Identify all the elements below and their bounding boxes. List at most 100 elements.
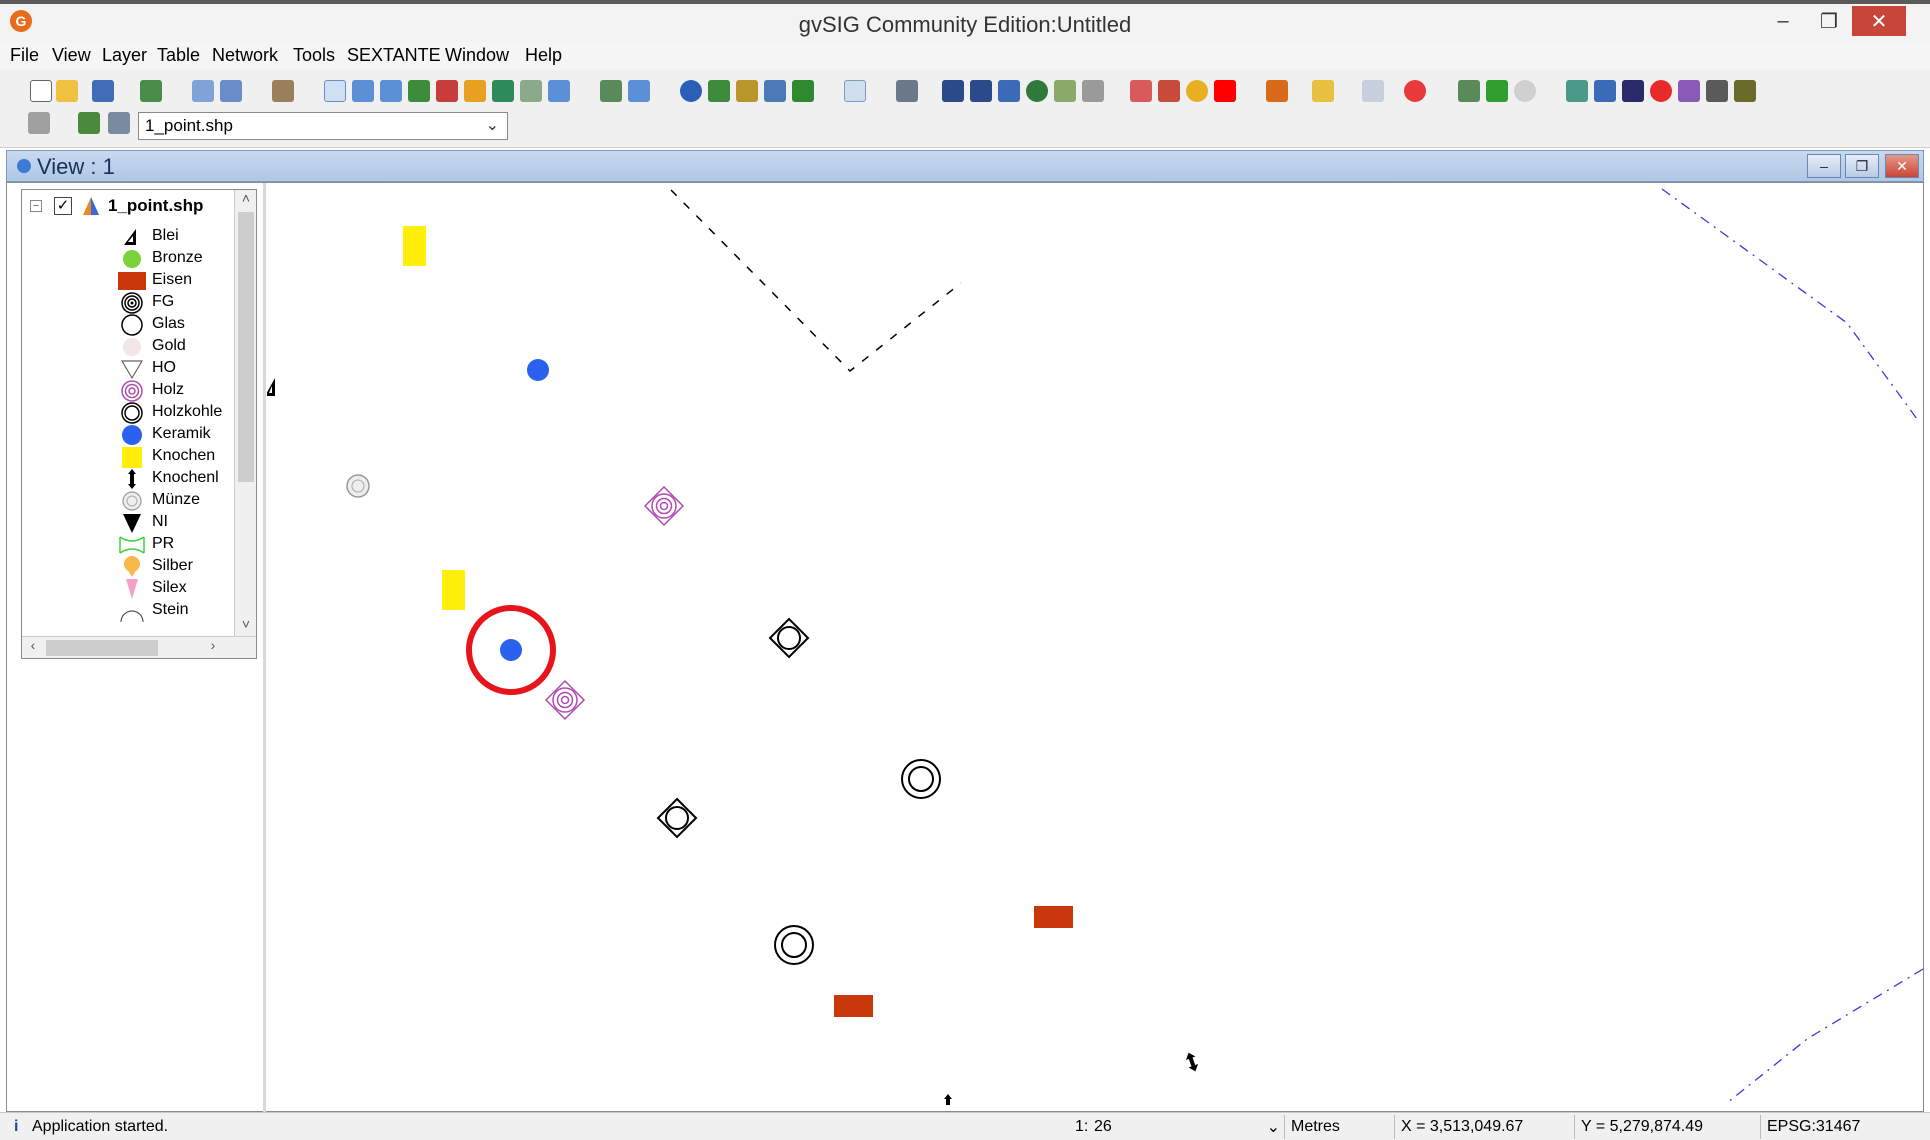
scroll-thumb[interactable] — [238, 212, 254, 482]
hyperlink-icon[interactable] — [764, 80, 786, 102]
legend-item[interactable]: Keramik — [22, 424, 222, 446]
legend-item[interactable]: FG — [22, 292, 222, 314]
view-close-button[interactable]: ✕ — [1885, 154, 1919, 178]
splitter[interactable] — [263, 183, 266, 1113]
map-canvas[interactable] — [267, 183, 1923, 1111]
zoom-layer-icon[interactable] — [220, 80, 242, 102]
legend-item[interactable]: PR — [22, 534, 222, 556]
zoom-out-icon[interactable] — [380, 80, 402, 102]
edit-pen-icon[interactable] — [792, 80, 814, 102]
chevron-down-icon[interactable]: ⌄ — [486, 115, 499, 135]
scroll-down-icon[interactable]: ˅ — [235, 616, 256, 636]
legend-item[interactable]: NI — [22, 512, 222, 534]
legend-item[interactable]: Eisen — [22, 270, 222, 292]
full-extent-icon[interactable] — [408, 80, 430, 102]
layer-list-icon[interactable] — [108, 112, 130, 134]
scroll-right-icon[interactable]: › — [202, 637, 224, 658]
add-layer-icon[interactable] — [140, 80, 162, 102]
print-preview-icon[interactable] — [192, 80, 214, 102]
measure-area-icon[interactable] — [736, 80, 758, 102]
select-rect-icon[interactable] — [970, 80, 992, 102]
script-icon[interactable] — [1734, 80, 1756, 102]
filter-icon[interactable] — [1266, 80, 1288, 102]
frame-icon[interactable] — [896, 80, 918, 102]
legend-item[interactable]: Stein — [22, 600, 222, 622]
menu-layer[interactable]: Layer — [102, 45, 147, 66]
layer-visibility-checkbox[interactable]: ✓ — [54, 197, 72, 215]
zoom-window-icon[interactable] — [628, 80, 650, 102]
menu-network[interactable]: Network — [212, 45, 278, 66]
legend-item[interactable]: Gold — [22, 336, 222, 358]
window-tile-icon[interactable] — [28, 112, 50, 134]
tooltip-icon[interactable] — [844, 80, 866, 102]
menu-view[interactable]: View — [52, 45, 91, 66]
locator-icon[interactable] — [600, 80, 622, 102]
view-maximize-button[interactable]: ❐ — [1845, 154, 1879, 178]
menu-tools[interactable]: Tools — [293, 45, 335, 66]
menu-window[interactable]: Window — [445, 45, 509, 66]
view-minimize-button[interactable]: – — [1807, 154, 1841, 178]
legend-item[interactable]: Holz — [22, 380, 222, 402]
save-icon[interactable] — [92, 80, 114, 102]
select-polygon-icon[interactable] — [998, 80, 1020, 102]
note-icon[interactable] — [1706, 80, 1728, 102]
zoom-select-icon[interactable] — [436, 80, 458, 102]
table-icon[interactable] — [272, 80, 294, 102]
previous-zoom-icon[interactable] — [520, 80, 542, 102]
collapse-icon[interactable]: − — [30, 200, 42, 212]
gps-icon[interactable] — [1514, 80, 1536, 102]
invert-selection-icon[interactable] — [1054, 80, 1076, 102]
select-circle-icon[interactable] — [1026, 80, 1048, 102]
toc-layer-row[interactable]: − ✓ 1_point.shp — [30, 194, 220, 220]
magnify-icon[interactable] — [548, 80, 570, 102]
menu-help[interactable]: Help — [525, 45, 562, 66]
scroll-up-icon[interactable]: ˄ — [235, 190, 256, 210]
scroll-thumb[interactable] — [46, 640, 158, 656]
stack-icon[interactable] — [492, 80, 514, 102]
scroll-left-icon[interactable]: ‹ — [22, 637, 44, 658]
legend-item[interactable]: Glas — [22, 314, 222, 336]
red-square-icon[interactable] — [1214, 80, 1236, 102]
active-layer-select[interactable]: 1_point.shp ⌄ — [138, 112, 508, 140]
georef-icon[interactable] — [1458, 80, 1480, 102]
measure-distance-icon[interactable] — [708, 80, 730, 102]
minimize-button[interactable]: – — [1760, 6, 1806, 36]
crosshair-icon[interactable] — [1404, 80, 1426, 102]
menu-table[interactable]: Table — [157, 45, 200, 66]
open-folder-icon[interactable] — [56, 80, 78, 102]
zoom-in-icon[interactable] — [352, 80, 374, 102]
scale-select[interactable]: 26 ⌄ — [1088, 1115, 1284, 1139]
marker-icon[interactable] — [1678, 80, 1700, 102]
select-by-buffer-icon[interactable] — [1186, 80, 1208, 102]
toc-horizontal-scrollbar[interactable]: ‹ › — [22, 636, 256, 658]
legend-item[interactable]: Knochenl — [22, 468, 222, 490]
chevron-down-icon[interactable]: ⌄ — [1267, 1117, 1280, 1137]
legend-item[interactable]: Bronze — [22, 248, 222, 270]
pan-hand-icon[interactable] — [324, 80, 346, 102]
save-view-icon[interactable] — [1622, 80, 1644, 102]
restore-button[interactable]: ❐ — [1806, 6, 1852, 36]
layers-icon[interactable] — [464, 80, 486, 102]
new-file-icon[interactable] — [30, 80, 52, 102]
legend-item[interactable]: Knochen — [22, 446, 222, 468]
legend-item[interactable]: Blei — [22, 226, 222, 248]
toc-vertical-scrollbar[interactable]: ˄ ˅ — [234, 190, 256, 636]
legend-item[interactable]: Silber — [22, 556, 222, 578]
legend-item[interactable]: Münze — [22, 490, 222, 512]
menu-file[interactable]: File — [10, 45, 39, 66]
edit-layer-icon[interactable] — [1362, 80, 1384, 102]
select-by-line-icon[interactable] — [1158, 80, 1180, 102]
map-icon[interactable] — [1486, 80, 1508, 102]
info-icon[interactable] — [680, 80, 702, 102]
legend-item[interactable]: Silex — [22, 578, 222, 600]
label-ae-icon[interactable] — [1312, 80, 1334, 102]
network-icon[interactable] — [1566, 80, 1588, 102]
select-by-point-icon[interactable] — [1130, 80, 1152, 102]
select-arrow-icon[interactable] — [942, 80, 964, 102]
map-svg[interactable] — [267, 183, 1923, 1111]
target-icon[interactable] — [1650, 80, 1672, 102]
clear-selection-icon[interactable] — [1082, 80, 1104, 102]
close-button[interactable]: ✕ — [1852, 6, 1906, 36]
legend-item[interactable]: Holzkohle — [22, 402, 222, 424]
route-icon[interactable] — [1594, 80, 1616, 102]
